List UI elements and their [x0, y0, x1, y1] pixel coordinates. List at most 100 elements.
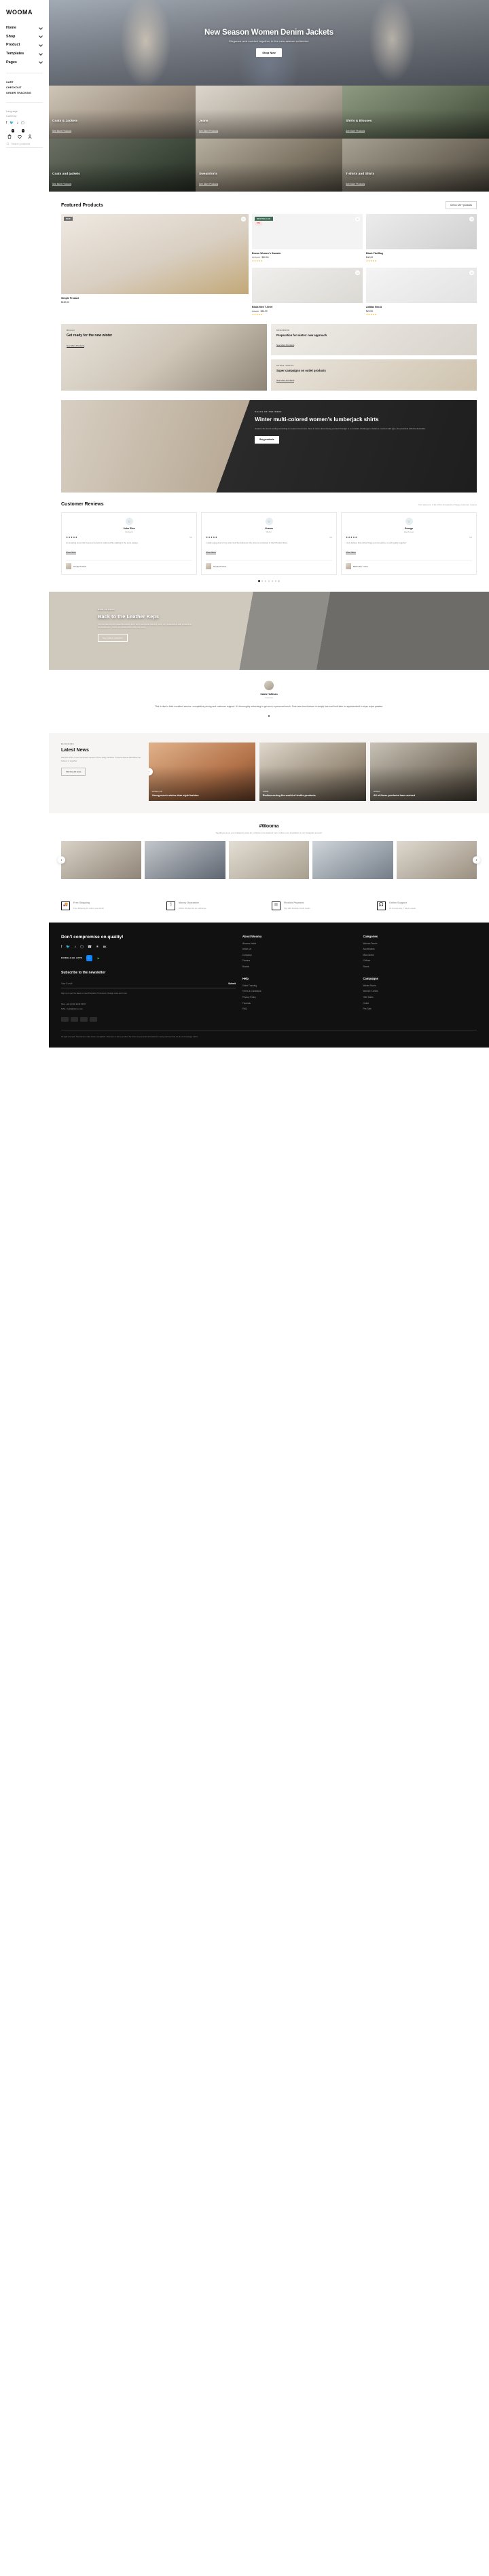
category-link[interactable]: See More Products: [199, 183, 219, 186]
messenger-icon[interactable]: ☀: [96, 945, 98, 949]
footer-link[interactable]: Man Denim: [363, 954, 477, 956]
footer-link[interactable]: Pre-Sale: [363, 1007, 477, 1010]
review-product-name[interactable]: Simple Product: [73, 565, 86, 568]
wishlist-heart-icon[interactable]: ♡: [469, 270, 474, 275]
sidebar-item-shop[interactable]: Shop: [5, 33, 44, 41]
instagram-tile[interactable]: [61, 841, 142, 879]
sidebar-item-home[interactable]: Home: [5, 24, 44, 33]
footer-link[interactable]: Women T-shirts: [363, 990, 477, 992]
language-select[interactable]: Language: [5, 109, 44, 113]
category-link[interactable]: See More Products: [199, 130, 219, 133]
promo-card[interactable]: SPORT SHOES Super campaigns on outlet pr…: [271, 359, 477, 391]
carousel-dot[interactable]: [268, 715, 270, 717]
visit-news-button[interactable]: Visit the old news: [61, 768, 86, 776]
carousel-dot[interactable]: [278, 580, 280, 582]
tiktok-icon[interactable]: ♪: [17, 121, 19, 125]
product-card[interactable]: BESTSELLER 15% ♡ Brown Women's Sweater $…: [252, 214, 363, 262]
footer-link[interactable]: Outlet: [363, 1002, 477, 1005]
facebook-icon[interactable]: f: [6, 121, 7, 125]
carousel-dot[interactable]: [271, 580, 274, 582]
category-link[interactable]: See More Products: [52, 183, 72, 186]
wishlist-heart-icon[interactable]: ♡: [355, 270, 360, 275]
currency-select[interactable]: Currency: [5, 113, 44, 118]
carousel-dot[interactable]: [274, 580, 276, 582]
account-icon[interactable]: [27, 130, 33, 139]
category-tile[interactable]: Coats & Jackets See More Products: [49, 86, 196, 139]
footer-link[interactable]: Company: [242, 954, 357, 956]
submit-button[interactable]: Submit: [228, 982, 236, 985]
carousel-dot[interactable]: [268, 580, 270, 582]
footer-link[interactable]: Wooma Inside: [242, 942, 357, 945]
brand-logo[interactable]: WOOMA: [6, 9, 44, 16]
instagram-tile[interactable]: [312, 841, 393, 879]
check-products-button[interactable]: Check 120+ products: [445, 201, 477, 209]
category-tile[interactable]: Shirts & Blouses See More Products: [342, 86, 489, 139]
instagram-tile[interactable]: [228, 841, 310, 879]
category-link[interactable]: See More Products: [346, 130, 365, 133]
instagram-icon[interactable]: ▢: [21, 121, 24, 125]
product-card[interactable]: ♡ Black Flat Bag $40.00 ★★★★★: [366, 214, 477, 262]
buy-products-button[interactable]: Buy products: [255, 436, 279, 444]
twitter-icon[interactable]: 🐦: [10, 121, 14, 125]
sidebar-item-product[interactable]: Product: [5, 41, 44, 50]
category-tile[interactable]: Sweatshirts See More Products: [196, 139, 342, 192]
wishlist-heart-icon[interactable]: ♡: [355, 217, 360, 221]
app-store-icon[interactable]: : [86, 954, 92, 961]
cart-icon[interactable]: 0: [7, 129, 14, 139]
footer-link[interactable]: Privacy Policy: [242, 996, 357, 999]
category-link[interactable]: See More Products: [52, 130, 72, 133]
footer-link[interactable]: Winter Shoes: [363, 984, 477, 987]
product-card[interactable]: ♡ Adidas Neo A $22.00 ★★★★★: [366, 268, 477, 316]
footer-link[interactable]: Order Tracking: [242, 984, 357, 987]
facebook-icon[interactable]: f: [61, 945, 62, 949]
sidebar-link-cart[interactable]: CART: [5, 79, 44, 85]
wishlist-heart-icon[interactable]: ♡: [241, 217, 247, 221]
category-tile[interactable]: Jeans See More Products: [196, 86, 342, 139]
carousel-prev-icon[interactable]: ‹: [58, 856, 65, 864]
newsletter-form[interactable]: Your E-mail Submit: [61, 979, 236, 988]
vk-icon[interactable]: вк: [103, 945, 107, 949]
instagram-icon[interactable]: ▢: [80, 945, 84, 949]
sidebar-item-pages[interactable]: Pages: [5, 58, 44, 67]
category-tile[interactable]: T-shirts and Shirts See More Products: [342, 139, 489, 192]
sidebar-item-templates[interactable]: Templates: [5, 50, 44, 58]
review-product-name[interactable]: Simple Product: [213, 565, 226, 568]
hero-shop-now-button[interactable]: Shop Now: [256, 48, 282, 57]
footer-link[interactable]: About Us: [242, 948, 357, 950]
product-card[interactable]: ♡ Black Men T-Shirt $45.00 $32.00 ★★★★★: [252, 268, 363, 316]
search-input[interactable]: Search products: [6, 142, 43, 148]
see-collection-button[interactable]: See product collection: [98, 633, 128, 642]
footer-link[interactable]: Brands: [242, 965, 357, 968]
sidebar-link-order-tracking[interactable]: ORDER TRACKING: [5, 90, 44, 96]
category-link[interactable]: See More Products: [346, 183, 365, 186]
show-more-link[interactable]: Show More: [346, 551, 356, 555]
product-card[interactable]: NEW ♡ Simple Product $150.00: [61, 214, 249, 316]
news-card[interactable]: ‹ WOMEN | 08/ Young men's winter dark st…: [148, 743, 255, 802]
news-card[interactable]: WOMEN All of these products have arrived: [369, 743, 477, 802]
review-product-name[interactable]: Black Men T-shirt: [353, 565, 368, 568]
instagram-tile[interactable]: [396, 841, 477, 879]
carousel-dot[interactable]: [264, 580, 267, 582]
footer-link[interactable]: Clothes: [363, 959, 477, 962]
wishlist-icon[interactable]: 0: [17, 129, 24, 139]
tiktok-icon[interactable]: ♪: [75, 945, 77, 949]
promo-card[interactable]: SNEAKERS Preparation for winter: new app…: [271, 324, 477, 355]
promo-card[interactable]: Women Get ready for the new winter See M…: [61, 324, 267, 391]
footer-link[interactable]: Terms & Conditions: [242, 990, 357, 992]
category-tile[interactable]: Coats and jackets See More Products: [49, 139, 196, 192]
news-card[interactable]: TREND Rediscovering the world of textile…: [259, 743, 366, 802]
whatsapp-icon[interactable]: ☎: [88, 945, 92, 949]
instagram-tile[interactable]: [145, 841, 225, 879]
footer-link[interactable]: Careers: [242, 959, 357, 962]
show-more-link[interactable]: Show More: [206, 551, 216, 555]
footer-link[interactable]: Woman Denim: [363, 942, 477, 945]
footer-link[interactable]: Accessories: [363, 948, 477, 950]
footer-link[interactable]: %50 Sales: [363, 996, 477, 999]
twitter-icon[interactable]: 🐦: [66, 945, 70, 949]
wishlist-heart-icon[interactable]: ♡: [469, 217, 474, 221]
google-play-icon[interactable]: ►: [95, 954, 102, 961]
promo-link[interactable]: See More Products: [276, 344, 295, 347]
show-more-link[interactable]: Show More: [66, 551, 76, 555]
footer-link[interactable]: FAQ: [242, 1007, 357, 1010]
promo-link[interactable]: See More Products: [276, 379, 295, 382]
